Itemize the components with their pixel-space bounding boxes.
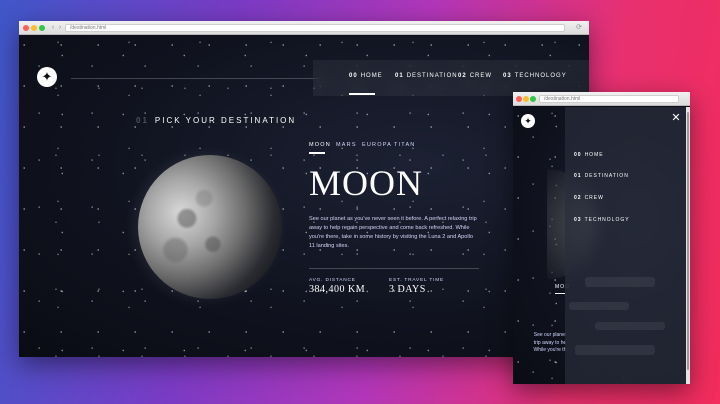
drawer-item-technology[interactable]: 03 TECHNOLOGY	[574, 217, 630, 223]
tab-europa[interactable]: EUROPA	[362, 142, 392, 148]
stat-distance-label: AVG. DISTANCE	[309, 278, 356, 283]
nav-label: CREW	[584, 195, 604, 201]
heading-number: 01	[136, 116, 149, 125]
nav-label: CREW	[469, 73, 493, 79]
close-window-button[interactable]	[516, 96, 522, 102]
minimize-window-button[interactable]	[31, 25, 37, 31]
minimize-window-button[interactable]	[523, 96, 529, 102]
nav-number: 00	[349, 73, 358, 79]
forward-icon[interactable]: ›	[56, 24, 64, 32]
nav-number: 02	[458, 73, 467, 79]
blurred-content	[595, 322, 665, 330]
maximize-window-button[interactable]	[530, 96, 536, 102]
mobile-browser-window: /destination.html MOO See our planet tri…	[513, 92, 690, 384]
nav-label: HOME	[584, 152, 604, 158]
blurred-content	[585, 277, 655, 287]
star-logo-icon[interactable]: ✦	[521, 114, 535, 128]
nav-label: DESTINATION	[406, 73, 458, 79]
drawer-item-destination[interactable]: 01 DESTINATION	[574, 173, 629, 179]
nav-item-crew[interactable]: 02 CREW	[458, 73, 492, 79]
scrollbar-thumb[interactable]	[687, 112, 689, 370]
tab-active-indicator	[309, 152, 325, 154]
stat-travel-value: 3 DAYS	[389, 284, 426, 295]
tab-titan[interactable]: TITAN	[394, 142, 415, 148]
close-icon[interactable]: ✕	[671, 113, 681, 124]
browser-toolbar: /destination.html	[513, 92, 690, 106]
nav-number: 02	[574, 195, 582, 201]
address-bar[interactable]: /destination.html	[539, 95, 679, 103]
nav-item-home[interactable]: 00 HOME	[349, 73, 383, 79]
maximize-window-button[interactable]	[39, 25, 45, 31]
stat-distance-value: 384,400 KM	[309, 284, 366, 295]
nav-label: TECHNOLOGY	[514, 73, 567, 79]
browser-toolbar: ‹ › /destination.html ⟳	[19, 21, 589, 35]
page-heading: 01 PICK YOUR DESTINATION	[136, 116, 296, 125]
stats-divider	[309, 268, 479, 269]
nav-item-destination[interactable]: 01 DESTINATION	[395, 73, 458, 79]
nav-active-indicator	[349, 93, 375, 95]
nav-label: TECHNOLOGY	[584, 217, 630, 223]
nav-label: DESTINATION	[584, 173, 629, 179]
blurred-content	[569, 302, 629, 310]
destination-description: See our planet trip away to he While you…	[530, 332, 570, 355]
tab-moon[interactable]: MOON	[309, 142, 331, 148]
heading-text: PICK YOUR DESTINATION	[154, 116, 297, 125]
nav-number: 01	[574, 173, 582, 179]
address-bar[interactable]: /destination.html	[65, 24, 565, 32]
nav-number: 03	[503, 73, 512, 79]
page-viewport: ✦ 00 HOME 01 DESTINATION 02 CREW 03 TECHNOLO…	[19, 36, 589, 357]
nav-number: 03	[574, 217, 582, 223]
mobile-nav-drawer: 00 HOME 01 DESTINATION 02 CREW 03 TECHNOLOGY	[565, 107, 690, 384]
drawer-item-crew[interactable]: 02 CREW	[574, 195, 604, 201]
destination-description: See our planet as you've never seen it b…	[309, 216, 477, 249]
nav-label: HOME	[360, 73, 383, 79]
reload-icon[interactable]: ⟳	[575, 24, 583, 32]
nav-number: 01	[395, 73, 404, 79]
drawer-item-home[interactable]: 00 HOME	[574, 152, 604, 158]
blurred-content	[575, 345, 655, 355]
description-line: trip away to he	[533, 339, 567, 346]
close-window-button[interactable]	[23, 25, 29, 31]
primary-navigation: 00 HOME 01 DESTINATION 02 CREW 03 TECHNOLOGY	[313, 60, 589, 96]
desktop-browser-window: ‹ › /destination.html ⟳ ✦ 00 HOME 01 DESTI…	[19, 21, 589, 357]
destination-title: MOON	[309, 163, 424, 203]
description-line: See our planet	[533, 332, 567, 338]
moon-image	[138, 155, 282, 299]
tab-active-indicator	[555, 293, 565, 294]
tab-mars[interactable]: MARS	[336, 142, 357, 148]
star-logo-icon[interactable]: ✦	[37, 67, 57, 87]
description-line: While you're th	[533, 347, 567, 353]
nav-item-technology[interactable]: 03 TECHNOLOGY	[503, 73, 567, 79]
header-divider	[71, 78, 321, 79]
nav-number: 00	[574, 152, 582, 158]
stat-travel-label: EST. TRAVEL TIME	[389, 278, 445, 283]
